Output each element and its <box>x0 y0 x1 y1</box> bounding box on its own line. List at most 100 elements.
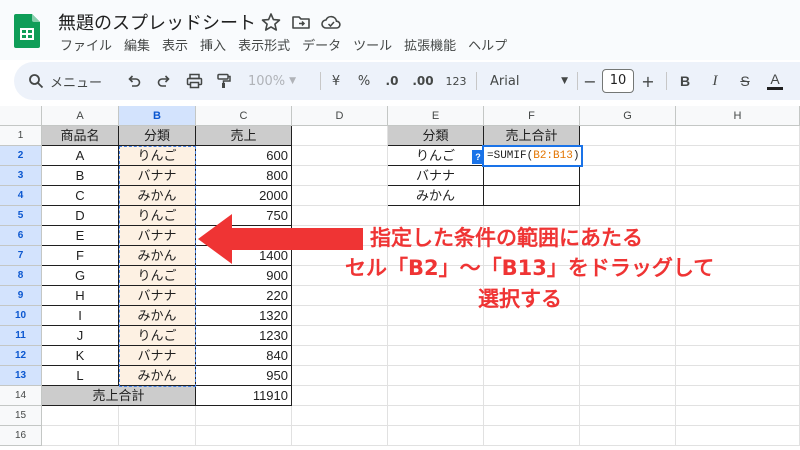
product-name-cell[interactable]: C <box>42 186 119 206</box>
summary-total-cell[interactable] <box>484 166 580 186</box>
product-name-cell[interactable]: A <box>42 146 119 166</box>
paint-format-button[interactable] <box>212 62 236 100</box>
menu-extensions[interactable]: 拡張機能 <box>398 38 462 58</box>
product-name-cell[interactable]: L <box>42 366 119 386</box>
grid-cell[interactable] <box>292 346 388 366</box>
table-header-cell[interactable]: 商品名 <box>42 126 119 146</box>
sales-cell[interactable]: 950 <box>196 366 292 386</box>
grid-cell[interactable] <box>388 426 484 446</box>
menu-search-button[interactable]: メニュー <box>28 62 124 100</box>
increase-font-size-button[interactable]: + <box>638 62 658 100</box>
sales-cell[interactable]: 1230 <box>196 326 292 346</box>
grid-cell[interactable] <box>580 166 676 186</box>
product-name-cell[interactable]: G <box>42 266 119 286</box>
select-all-corner[interactable] <box>0 106 42 126</box>
category-cell[interactable]: みかん <box>119 306 196 326</box>
product-name-cell[interactable]: K <box>42 346 119 366</box>
grid-cell[interactable] <box>676 226 800 246</box>
grid-cell[interactable] <box>580 286 676 306</box>
product-name-cell[interactable]: F <box>42 246 119 266</box>
category-cell[interactable]: バナナ <box>119 166 196 186</box>
grid-cell[interactable] <box>580 406 676 426</box>
menu-data[interactable]: データ <box>296 38 347 58</box>
menu-format[interactable]: 表示形式 <box>232 38 296 58</box>
sales-cell[interactable]: 800 <box>196 166 292 186</box>
font-select[interactable]: Arial ▼ <box>484 62 574 100</box>
category-cell[interactable]: りんご <box>119 266 196 286</box>
row-header-1[interactable]: 1 <box>0 126 42 146</box>
summary-header-total[interactable]: 売上合計 <box>484 126 580 146</box>
grid-cell[interactable] <box>292 286 388 306</box>
column-header-b[interactable]: B <box>119 106 196 126</box>
row-header-14[interactable]: 14 <box>0 386 42 406</box>
sales-cell[interactable]: 1320 <box>196 306 292 326</box>
sheets-logo-icon[interactable] <box>14 14 40 48</box>
category-cell[interactable]: みかん <box>119 366 196 386</box>
menu-view[interactable]: 表示 <box>156 38 194 58</box>
grid-cell[interactable] <box>676 306 800 326</box>
category-cell[interactable]: バナナ <box>119 286 196 306</box>
row-header-7[interactable]: 7 <box>0 246 42 266</box>
row-header-8[interactable]: 8 <box>0 266 42 286</box>
summary-category-cell[interactable]: りんご <box>388 146 484 166</box>
font-size-input[interactable]: 10 <box>602 69 634 93</box>
column-header-c[interactable]: C <box>196 106 292 126</box>
column-header-h[interactable]: H <box>676 106 800 126</box>
product-name-cell[interactable]: B <box>42 166 119 186</box>
currency-format-button[interactable]: ¥ <box>326 62 346 100</box>
grid-cell[interactable] <box>292 366 388 386</box>
grid-cell[interactable] <box>484 406 580 426</box>
zoom-select[interactable]: 100% ▼ <box>242 62 302 100</box>
category-cell[interactable]: りんご <box>119 146 196 166</box>
grid-cell[interactable] <box>292 386 388 406</box>
grid-cell[interactable] <box>580 326 676 346</box>
star-icon[interactable] <box>260 11 282 33</box>
row-header-13[interactable]: 13 <box>0 366 42 386</box>
increase-decimal-button[interactable]: .00 <box>408 62 438 100</box>
row-header-9[interactable]: 9 <box>0 286 42 306</box>
menu-tools[interactable]: ツール <box>347 38 398 58</box>
product-name-cell[interactable]: H <box>42 286 119 306</box>
grid-cell[interactable] <box>196 426 292 446</box>
grid-cell[interactable] <box>119 426 196 446</box>
grid-cell[interactable] <box>42 426 119 446</box>
grid-cell[interactable] <box>580 146 676 166</box>
row-header-15[interactable]: 15 <box>0 406 42 426</box>
grid-cell[interactable] <box>484 386 580 406</box>
category-cell[interactable]: みかん <box>119 246 196 266</box>
sales-cell[interactable]: 220 <box>196 286 292 306</box>
table-header-cell[interactable]: 売上 <box>196 126 292 146</box>
grid-cell[interactable] <box>580 306 676 326</box>
row-header-11[interactable]: 11 <box>0 326 42 346</box>
row-header-12[interactable]: 12 <box>0 346 42 366</box>
summary-category-cell[interactable]: バナナ <box>388 166 484 186</box>
grid-cell[interactable] <box>292 426 388 446</box>
grid-cell[interactable] <box>388 386 484 406</box>
row-header-6[interactable]: 6 <box>0 226 42 246</box>
decrease-decimal-button[interactable]: .0 <box>380 62 404 100</box>
category-cell[interactable]: みかん <box>119 186 196 206</box>
grid-cell[interactable] <box>42 406 119 426</box>
print-button[interactable] <box>182 62 206 100</box>
move-to-folder-icon[interactable] <box>290 11 312 33</box>
grid-cell[interactable] <box>676 166 800 186</box>
table-header-cell[interactable]: 分類 <box>119 126 196 146</box>
row-header-2[interactable]: 2 <box>0 146 42 166</box>
grid-cell[interactable] <box>388 286 484 306</box>
sales-cell[interactable]: 600 <box>196 146 292 166</box>
column-header-g[interactable]: G <box>580 106 676 126</box>
active-formula-cell[interactable]: =SUMIF(B2:B13) <box>482 145 583 167</box>
number-format-button[interactable]: 123 <box>444 62 468 100</box>
document-title[interactable]: 無題のスプレッドシート <box>58 9 256 35</box>
text-color-button[interactable]: A <box>764 62 786 100</box>
grid-cell[interactable] <box>580 366 676 386</box>
grid-cell[interactable] <box>292 146 388 166</box>
italic-button[interactable]: I <box>704 62 726 100</box>
grid-cell[interactable] <box>388 306 484 326</box>
grid-cell[interactable] <box>676 186 800 206</box>
grid-cell[interactable] <box>676 126 800 146</box>
cloud-saved-icon[interactable] <box>320 11 342 33</box>
category-cell[interactable]: バナナ <box>119 346 196 366</box>
menu-insert[interactable]: 挿入 <box>194 38 232 58</box>
product-name-cell[interactable]: I <box>42 306 119 326</box>
